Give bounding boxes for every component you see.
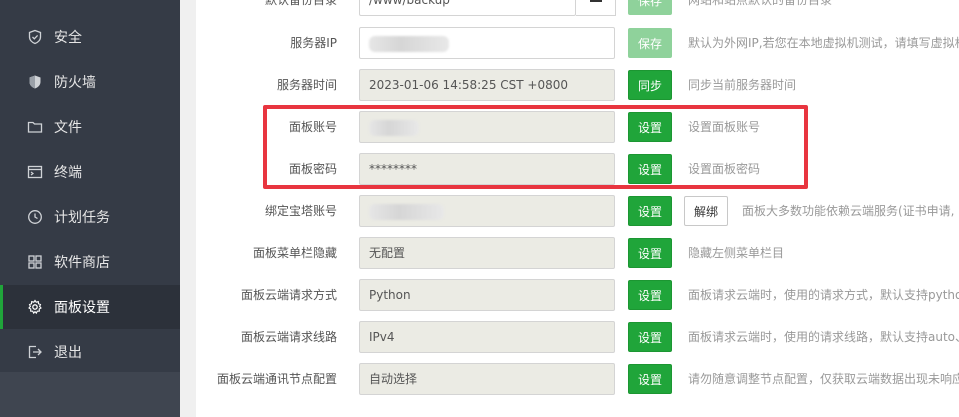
sidebar: 安全 防火墙 文件 终端 计划任务 软件商店 面板设置 退出 bbox=[0, 0, 180, 417]
terminal-icon bbox=[27, 164, 43, 180]
setting-row-backup: 默认备份目录 /www/backup 保存 网站和站点默认的备份目录 bbox=[196, 0, 959, 16]
menu-hide-field: 无配置 bbox=[359, 237, 615, 269]
server-time-field: 2023-01-06 14:58:25 CST +0800 bbox=[359, 69, 615, 101]
save-backup-button[interactable]: 保存 bbox=[628, 0, 673, 15]
sidebar-item-label: 软件商店 bbox=[54, 255, 110, 271]
sidebar-item-label: 计划任务 bbox=[54, 210, 110, 226]
setting-row-cloud-node: 面板云端通讯节点配置 自动选择 设置 请勿随意调整节点配置，仅获取云端数据出现未… bbox=[196, 363, 959, 395]
folder-icon bbox=[27, 119, 43, 135]
panel-account-field bbox=[359, 111, 615, 143]
setting-row-menu-hide: 面板菜单栏隐藏 无配置 设置 隐藏左侧菜单栏目 bbox=[196, 237, 959, 269]
cloud-method-field: Python bbox=[359, 279, 615, 311]
set-cloud-route-button[interactable]: 设置 bbox=[628, 322, 673, 352]
cloud-route-field: IPv4 bbox=[359, 321, 615, 353]
set-menu-hide-button[interactable]: 设置 bbox=[628, 238, 673, 268]
redacted-value bbox=[369, 35, 449, 52]
set-panel-password-button[interactable]: 设置 bbox=[628, 154, 673, 184]
setting-row-server-ip: 服务器IP 保存 默认为外网IP,若您在本地虚拟机测试，请填写虚拟机 bbox=[196, 27, 959, 59]
setting-row-panel-password: 面板密码 ******** 设置 设置面板密码 bbox=[196, 153, 959, 185]
sidebar-item-label: 退出 bbox=[54, 345, 82, 361]
folder-icon bbox=[590, 0, 602, 2]
set-cloud-method-button[interactable]: 设置 bbox=[628, 280, 673, 310]
setting-label: 面板云端通讯节点配置 bbox=[216, 372, 337, 386]
set-cloud-node-button[interactable]: 设置 bbox=[628, 364, 673, 394]
sidebar-item-label: 文件 bbox=[54, 120, 82, 136]
sidebar-item-terminal[interactable]: 终端 bbox=[0, 150, 180, 194]
set-panel-account-button[interactable]: 设置 bbox=[628, 112, 673, 142]
setting-desc: 同步当前服务器时间 bbox=[688, 78, 797, 92]
setting-row-panel-account: 面板账号 设置 设置面板账号 bbox=[196, 111, 959, 143]
setting-desc: 请勿随意调整节点配置，仅获取云端数据出现未响应 bbox=[688, 372, 959, 386]
panel-password-field: ******** bbox=[359, 153, 615, 185]
setting-label: 面板账号 bbox=[288, 120, 337, 134]
logout-icon bbox=[27, 344, 43, 360]
sidebar-item-label: 安全 bbox=[54, 30, 82, 46]
setting-label: 面板密码 bbox=[288, 162, 337, 176]
setting-desc: 网站和站点默认的备份目录 bbox=[688, 0, 833, 7]
cloud-node-field: 自动选择 bbox=[359, 363, 615, 395]
sync-time-button[interactable]: 同步 bbox=[628, 70, 673, 100]
sidebar-item-store[interactable]: 软件商店 bbox=[0, 240, 180, 284]
sidebar-item-security[interactable]: 安全 bbox=[0, 15, 180, 59]
sidebar-footer bbox=[0, 372, 180, 417]
setting-row-server-time: 服务器时间 2023-01-06 14:58:25 CST +0800 同步 同… bbox=[196, 69, 959, 101]
sidebar-item-files[interactable]: 文件 bbox=[0, 105, 180, 149]
set-bt-account-button[interactable]: 设置 bbox=[628, 196, 673, 226]
sidebar-item-firewall[interactable]: 防火墙 bbox=[0, 60, 180, 104]
setting-row-cloud-route: 面板云端请求线路 IPv4 设置 面板请求云端时，使用的请求线路，默认支持aut… bbox=[196, 321, 959, 353]
setting-label: 服务器IP bbox=[290, 36, 337, 50]
setting-label: 面板云端请求方式 bbox=[240, 288, 337, 302]
server-ip-input[interactable] bbox=[359, 27, 615, 59]
setting-label: 默认备份目录 bbox=[264, 0, 337, 7]
redacted-value bbox=[369, 203, 444, 220]
bt-account-field bbox=[359, 195, 615, 227]
settings-panel: 默认备份目录 /www/backup 保存 网站和站点默认的备份目录 服务器IP… bbox=[196, 0, 959, 417]
redacted-value bbox=[369, 119, 419, 136]
setting-row-bt-account: 绑定宝塔账号 设置 解绑 面板大多数功能依赖云端服务(证书申请, bbox=[196, 195, 959, 227]
unbind-bt-account-button[interactable]: 解绑 bbox=[684, 196, 729, 226]
setting-desc: 默认为外网IP,若您在本地虚拟机测试，请填写虚拟机 bbox=[688, 36, 959, 50]
sidebar-item-label: 面板设置 bbox=[54, 300, 110, 316]
save-server-ip-button[interactable]: 保存 bbox=[628, 28, 673, 58]
folder-picker-button[interactable] bbox=[576, 0, 616, 16]
grid-icon bbox=[27, 254, 43, 270]
setting-desc: 面板请求云端时，使用的请求线路，默认支持auto、 bbox=[688, 330, 959, 344]
setting-label: 面板云端请求线路 bbox=[240, 330, 337, 344]
setting-label: 服务器时间 bbox=[276, 78, 337, 92]
setting-desc: 设置面板密码 bbox=[688, 162, 761, 176]
sidebar-item-panel-settings[interactable]: 面板设置 bbox=[0, 285, 180, 329]
clock-icon bbox=[27, 209, 43, 225]
shield-filled-icon bbox=[27, 74, 43, 90]
shield-outline-icon bbox=[27, 29, 43, 45]
gear-icon bbox=[27, 299, 43, 315]
setting-desc: 设置面板账号 bbox=[688, 120, 761, 134]
setting-desc: 面板请求云端时，使用的请求方式，默认支持pytho bbox=[688, 288, 959, 302]
backup-dir-input[interactable]: /www/backup bbox=[359, 0, 576, 16]
setting-label: 面板菜单栏隐藏 bbox=[252, 246, 337, 260]
setting-desc: 面板大多数功能依赖云端服务(证书申请, bbox=[742, 204, 955, 218]
sidebar-item-cron[interactable]: 计划任务 bbox=[0, 195, 180, 239]
setting-label: 绑定宝塔账号 bbox=[264, 204, 337, 218]
setting-row-cloud-method: 面板云端请求方式 Python 设置 面板请求云端时，使用的请求方式，默认支持p… bbox=[196, 279, 959, 311]
setting-desc: 隐藏左侧菜单栏目 bbox=[688, 246, 785, 260]
sidebar-item-logout[interactable]: 退出 bbox=[0, 330, 180, 374]
sidebar-item-label: 终端 bbox=[54, 165, 82, 181]
sidebar-item-label: 防火墙 bbox=[54, 75, 96, 91]
